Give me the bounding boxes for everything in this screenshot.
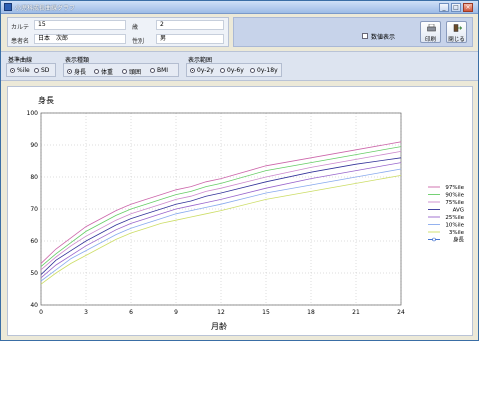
y-tick-label: 50 [30,270,38,277]
printer-icon [427,24,436,32]
close-label: 閉じる [448,37,465,43]
radio-label: 0y-6y [227,67,244,74]
radio-label: 身長 [74,69,87,76]
radio-dot[interactable] [250,68,255,73]
legend-marker [432,237,436,242]
radio-dot[interactable] [10,68,15,73]
legend-label: 90%ile [445,193,464,199]
radio-0y-18y[interactable]: 0y-18y [250,67,278,74]
show-values-label: 数値表示 [371,34,396,41]
display-type-group: 表示種類 身長 体重 頭囲 BMI [63,55,179,77]
x-tick-label: 12 [217,309,225,316]
radio-dot[interactable] [94,69,99,74]
options-bar: 基準曲線 %ile SD 表示種類 身長 体重 頭囲 BMI 表示範囲 0y-2… [1,51,478,81]
y-tick-label: 80 [30,174,38,181]
patient-info-panel: カルテ 15 歳 2 患者名 日本 次郎 性別 男 [7,17,229,47]
radio-label: 0y-2y [197,67,214,74]
y-tick-label: 100 [27,110,39,117]
exit-door-icon [453,24,462,32]
y-tick-label: 60 [30,238,38,245]
exit-button[interactable]: 閉じる [446,21,467,43]
x-tick-label: 6 [129,309,133,316]
checkbox-box[interactable] [362,33,368,39]
radio-baseline-ile[interactable]: %ile [10,67,30,74]
y-tick-label: 40 [30,302,38,309]
age-label: 歳 [132,24,139,31]
baseline-group: 基準曲線 %ile SD [6,55,56,77]
print-label: 印刷 [424,37,436,43]
x-tick-label: 15 [262,309,270,316]
x-tick-label: 0 [39,309,43,316]
name-field[interactable]: 日本 次郎 [34,34,126,44]
radio-bmi[interactable]: BMI [150,67,168,74]
chart-axes: 0 3 6 9 12 15 18 21 24 40 50 60 70 80 90 100 [27,110,405,316]
window-title: 小児科成長曲線グラフ [15,5,76,12]
age-field[interactable]: 2 [156,20,224,30]
legend-label: 25%ile [445,215,464,221]
radio-dot[interactable] [150,68,155,73]
karte-field[interactable]: 15 [34,20,126,30]
radio-dot[interactable] [122,69,127,74]
legend-label: 身長 [453,236,465,244]
radio-height[interactable]: 身長 [67,67,86,76]
sex-field[interactable]: 男 [156,34,224,44]
radio-label: SD [41,67,50,74]
maximize-button[interactable]: □ [451,3,461,12]
legend-label: AVG [453,208,464,214]
x-tick-label: 21 [352,309,360,316]
minimize-button[interactable]: _ [439,3,449,12]
toolbar-panel: 数値表示 印刷 閉じる [233,17,473,47]
radio-label: BMI [157,67,169,74]
chart-grid [40,112,402,306]
name-label: 患者名 [11,38,30,45]
radio-label: %ile [17,67,30,74]
radio-label: 頭囲 [129,69,142,76]
radio-0y-2y[interactable]: 0y-2y [190,67,214,74]
legend-label: 97%ile [445,185,464,191]
main-window: 小児科成長曲線グラフ _ □ × カルテ 15 歳 2 患者名 日本 次郎 性別… [0,0,479,341]
growth-chart: 身長 0 3 6 9 12 15 18 21 24405060708090100 97%ile9… [27,95,465,331]
radio-dot[interactable] [220,68,225,73]
radio-label: 体重 [101,69,114,76]
display-range-group: 表示範囲 0y-2y 0y-6y 0y-18y [186,55,282,77]
radio-dot[interactable] [34,68,39,73]
x-tick-label: 24 [397,309,405,316]
print-button[interactable]: 印刷 [420,21,441,43]
legend-label: 3%ile [449,230,465,236]
chart-panel: 身長 0 3 6 9 12 15 18 21 24 40 50 60 70 80 90 100 97%ile 9… [7,86,473,336]
y-tick-label: 90 [30,142,38,149]
sex-label: 性別 [132,38,145,45]
x-tick-label: 3 [84,309,88,316]
chart-title: 身長 [38,95,54,105]
x-tick-label: 9 [174,309,178,316]
radio-weight[interactable]: 体重 [94,67,113,76]
radio-dot[interactable] [67,69,72,74]
legend-label: 75%ile [445,200,464,206]
legend-label: 10%ile [445,223,464,229]
app-icon [4,3,12,11]
window-reflection [0,345,479,420]
radio-0y-6y[interactable]: 0y-6y [220,67,244,74]
radio-head[interactable]: 頭囲 [122,67,141,76]
x-tick-label: 18 [307,309,315,316]
chart-legend: 97%ile 90%ile75%ile AVG25%ile 10%ile3%ile身長 [428,185,465,244]
radio-dot[interactable] [190,68,195,73]
radio-label: 0y-18y [257,67,278,74]
karte-label: カルテ [11,24,30,31]
close-button[interactable]: × [463,3,473,12]
title-bar: 小児科成長曲線グラフ _ □ × [1,1,478,14]
radio-baseline-sd[interactable]: SD [34,67,49,74]
y-tick-label: 70 [30,206,38,213]
x-axis-label: 月齢 [211,321,227,331]
